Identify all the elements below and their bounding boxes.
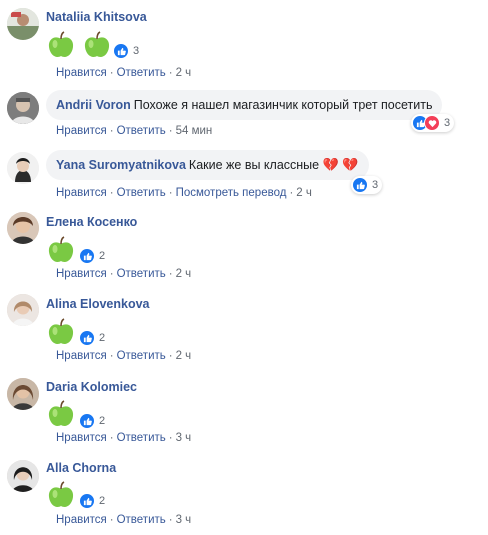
timestamp[interactable]: 2 ч (296, 187, 312, 199)
comments-feed: Nataliia Khitsova 3 Нравится · Ответить · 2 … (0, 0, 488, 535)
comment-author[interactable]: Alina Elovenkova (46, 297, 150, 311)
sticker (46, 235, 76, 265)
timestamp[interactable]: 2 ч (176, 268, 192, 280)
reaction-count: 2 (99, 250, 106, 262)
reply-link[interactable]: Ответить (117, 268, 166, 280)
comment-author[interactable]: Andrii Voron (56, 98, 131, 112)
avatar[interactable] (7, 460, 39, 492)
reply-link[interactable]: Ответить (117, 187, 166, 199)
reply-link[interactable]: Ответить (117, 432, 166, 444)
comment-author[interactable]: Alla Chorna (46, 461, 116, 475)
comment-actions: Нравится · Ответить · 3 ч (56, 432, 192, 444)
reaction-count: 3 (372, 179, 379, 191)
comment: Елена Косенко 2 Нравится · Ответить · 2 ч (0, 210, 488, 286)
love-reaction-icon (424, 115, 440, 131)
avatar[interactable] (7, 212, 39, 244)
comment-actions: Нравится · Ответить · 54 мин (56, 125, 213, 137)
avatar[interactable] (7, 378, 39, 410)
timestamp[interactable]: 2 ч (176, 350, 192, 362)
reaction-summary[interactable]: 3 (112, 42, 144, 60)
reaction-summary[interactable]: 2 (78, 412, 110, 430)
avatar[interactable] (7, 8, 39, 40)
comment-bubble: Andrii Voron Похоже я нашел магазинчик ко… (46, 90, 443, 120)
green-apple-icon (48, 318, 74, 344)
comment: Nataliia Khitsova 3 Нравится · Ответить · 2 … (0, 4, 488, 84)
sticker (46, 480, 76, 510)
comment-actions: Нравится · Ответить · 2 ч (56, 67, 192, 79)
reply-link[interactable]: Ответить (117, 514, 166, 526)
reaction-summary[interactable]: 2 (78, 492, 110, 510)
like-link[interactable]: Нравится (56, 268, 107, 280)
like-link[interactable]: Нравится (56, 350, 107, 362)
green-apple-icon (48, 31, 74, 57)
reply-link[interactable]: Ответить (117, 350, 166, 362)
comment: Andrii Voron Похоже я нашел магазинчик ко… (0, 88, 488, 144)
comment-actions: Нравится · Ответить · 2 ч (56, 350, 192, 362)
sticker (46, 317, 76, 347)
comment: Alla Chorna 2 Нравится · Ответить · 3 ч (0, 456, 488, 532)
like-link[interactable]: Нравится (56, 67, 107, 79)
avatar[interactable] (7, 152, 39, 184)
like-link[interactable]: Нравится (56, 514, 107, 526)
comment-author[interactable]: Nataliia Khitsova (46, 10, 147, 24)
reaction-summary[interactable]: 2 (78, 247, 110, 265)
comment-author[interactable]: Yana Suromyatnikova (56, 158, 186, 172)
comment-author[interactable]: Daria Kolomiec (46, 380, 137, 394)
reaction-count: 3 (133, 45, 140, 57)
like-reaction-icon (79, 330, 95, 346)
like-reaction-icon (79, 493, 95, 509)
comment: Alina Elovenkova 2 Нравится · Ответить · 2 ч (0, 292, 488, 368)
reaction-summary[interactable]: 3 (411, 114, 455, 132)
comment-bubble: Yana Suromyatnikova Какие же вы классные … (46, 150, 369, 180)
comment: Yana Suromyatnikova Какие же вы классные … (0, 148, 488, 204)
like-reaction-icon (352, 177, 368, 193)
like-link[interactable]: Нравится (56, 125, 107, 137)
green-apple-icon (48, 481, 74, 507)
avatar[interactable] (7, 294, 39, 326)
avatar[interactable] (7, 92, 39, 124)
comment-actions: Нравится · Ответить · 2 ч (56, 268, 192, 280)
reaction-count: 3 (444, 117, 451, 129)
reply-link[interactable]: Ответить (117, 67, 166, 79)
reaction-summary[interactable]: 2 (78, 329, 110, 347)
timestamp[interactable]: 2 ч (176, 67, 192, 79)
sticker (46, 399, 76, 429)
like-link[interactable]: Нравится (56, 187, 107, 199)
reaction-count: 2 (99, 415, 106, 427)
timestamp[interactable]: 3 ч (176, 514, 192, 526)
broken-heart-emoji: 💔 💔 (322, 157, 359, 172)
comment-actions: Нравится · Ответить · 3 ч (56, 514, 192, 526)
comment-text: Похоже я нашел магазинчик который трет п… (133, 98, 433, 112)
like-link[interactable]: Нравится (56, 432, 107, 444)
comment-text: Какие же вы классные (188, 158, 320, 172)
sticker (46, 30, 112, 60)
green-apple-icon (48, 400, 74, 426)
reaction-summary[interactable]: 3 (351, 176, 383, 194)
timestamp[interactable]: 3 ч (176, 432, 192, 444)
green-apple-icon (48, 236, 74, 262)
reply-link[interactable]: Ответить (117, 125, 166, 137)
translate-link[interactable]: Посмотреть перевод (176, 187, 287, 199)
timestamp[interactable]: 54 мин (176, 125, 213, 137)
reaction-count: 2 (99, 495, 106, 507)
green-apple-icon (84, 31, 110, 57)
comment-actions: Нравится · Ответить · Посмотреть перевод · 2 ч (56, 187, 312, 199)
like-reaction-icon (113, 43, 129, 59)
comment-author[interactable]: Елена Косенко (46, 215, 137, 229)
like-reaction-icon (79, 413, 95, 429)
comment: Daria Kolomiec 2 Нравится · Ответить · 3 ч (0, 374, 488, 450)
reaction-count: 2 (99, 332, 106, 344)
like-reaction-icon (79, 248, 95, 264)
